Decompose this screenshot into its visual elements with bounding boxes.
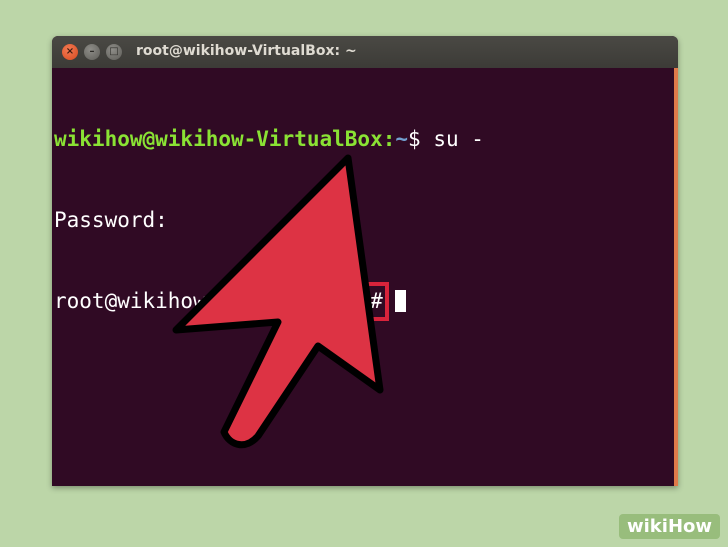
terminal-line-1: wikihow@wikihow-VirtualBox:~$ su - xyxy=(54,126,674,153)
watermark-wiki: wiki xyxy=(626,516,668,537)
minimize-icon: – xyxy=(89,46,95,57)
watermark-how: How xyxy=(667,516,712,537)
wikihow-watermark: wikiHow xyxy=(618,514,720,539)
close-button[interactable]: × xyxy=(62,44,78,60)
highlighted-root-symbol: ~# xyxy=(351,282,389,321)
terminal-content[interactable]: wikihow@wikihow-VirtualBox:~$ su - Passw… xyxy=(52,68,674,486)
scrollbar-edge[interactable] xyxy=(674,68,678,486)
command-text: $ su - xyxy=(408,127,484,151)
minimize-button[interactable]: – xyxy=(84,44,100,60)
window-title: root@wikihow-VirtualBox: ~ xyxy=(136,43,357,59)
root-prompt: root@wikihow-VirtualBox: xyxy=(54,289,358,313)
title-bar[interactable]: × – □ root@wikihow-VirtualBox: ~ xyxy=(52,36,678,68)
terminal-window: × – □ root@wikihow-VirtualBox: ~ wikihow… xyxy=(52,36,678,486)
maximize-icon: □ xyxy=(109,46,119,57)
text-cursor xyxy=(394,290,406,312)
close-icon: × xyxy=(65,46,75,57)
prompt-path: ~ xyxy=(395,127,409,151)
maximize-button[interactable]: □ xyxy=(106,44,122,60)
terminal-line-2: Password: xyxy=(54,208,168,232)
terminal-line-3: root@wikihow-VirtualBox:~# xyxy=(54,282,674,321)
prompt-colon: : xyxy=(382,127,396,151)
user-host: wikihow@wikihow-VirtualBox xyxy=(54,127,383,151)
